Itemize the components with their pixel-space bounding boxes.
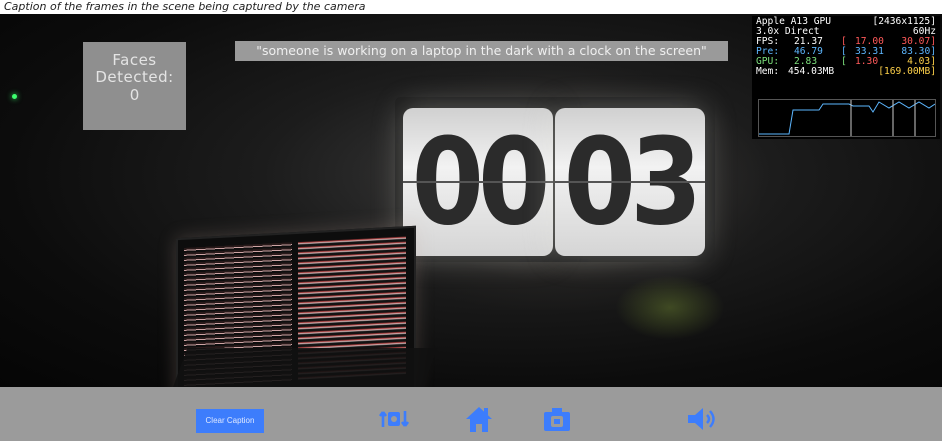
flip-clock-right-panel: 03 <box>555 108 705 256</box>
speaker-icon[interactable] <box>686 403 718 435</box>
switch-camera-icon[interactable] <box>378 403 410 435</box>
hud-frame-graph <box>758 99 936 137</box>
hud-row-mem: Mem: 454.03MB [169.00MB] <box>756 67 936 77</box>
hud-graph-line <box>759 101 935 135</box>
plant-glow <box>615 275 725 340</box>
hud-gpu-bracket: [ <box>841 56 847 67</box>
clear-caption-button[interactable]: Clear Caption <box>196 409 264 433</box>
top-strip: Caption of the frames in the scene being… <box>0 0 942 14</box>
hud-gpu-min: 1.30 <box>855 56 879 67</box>
faces-detected-label: Faces Detected: <box>95 51 174 86</box>
laptop-keyboard <box>172 348 438 387</box>
hud-mem-value: 454.03MB <box>788 66 835 77</box>
camera-icon-svg <box>544 408 570 431</box>
switch-camera-icon-svg <box>378 411 410 427</box>
status-led <box>12 94 17 99</box>
home-icon[interactable] <box>463 403 495 435</box>
faces-detected-panel: Faces Detected: 0 <box>83 42 186 130</box>
flip-clock-split <box>555 181 705 183</box>
gpu-performance-hud: Apple A13 GPU [2436x1125] 3.0x Direct 60… <box>752 16 940 139</box>
caption-text: "someone is working on a laptop in the d… <box>235 41 728 61</box>
speaker-icon-svg <box>688 408 715 430</box>
flip-clock-split <box>403 181 553 183</box>
faces-detected-count: 0 <box>129 86 140 104</box>
hud-mem-label: Mem: <box>756 66 780 77</box>
flip-clock-left-panel: 00 <box>403 108 553 256</box>
top-strip-text: Caption of the frames in the scene being… <box>4 0 366 13</box>
camera-app: 00 03 Caption of the frames in the scene… <box>0 0 942 441</box>
home-icon-svg <box>466 407 492 432</box>
camera-icon[interactable] <box>541 403 573 435</box>
hud-mem-peak: [169.00MB] <box>878 66 936 77</box>
